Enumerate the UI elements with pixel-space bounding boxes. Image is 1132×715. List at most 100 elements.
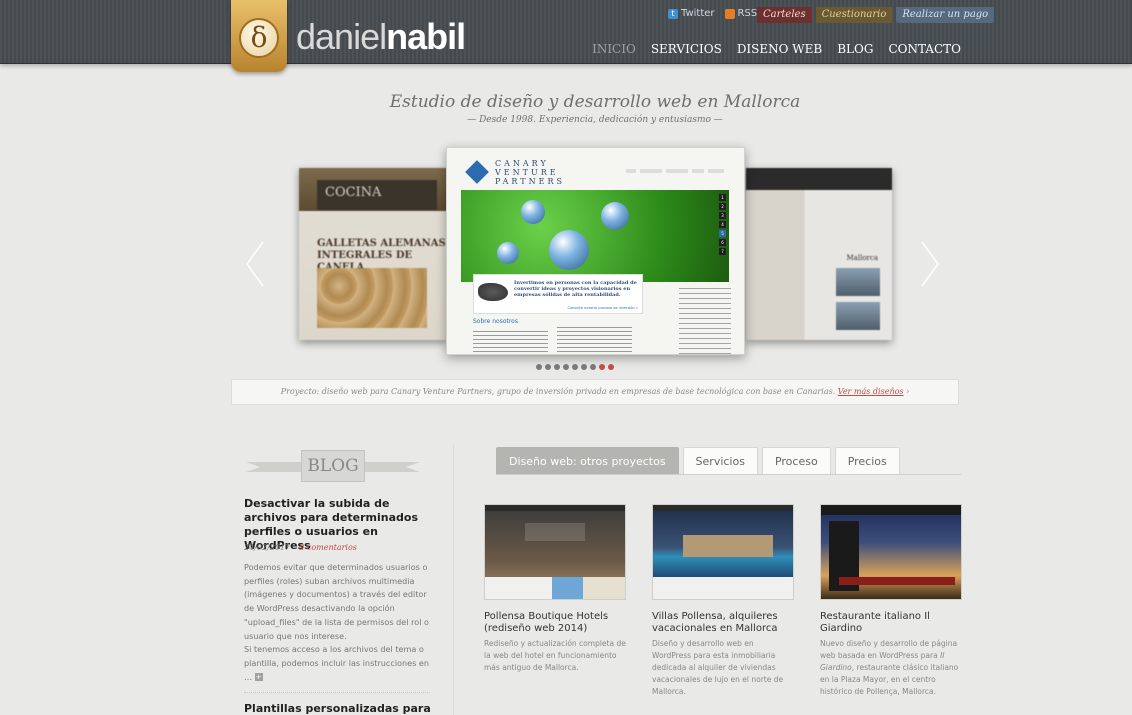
slide-about-heading: Sobre nosotros bbox=[473, 318, 518, 325]
slider-dot[interactable] bbox=[572, 364, 578, 370]
top-pill-buttons: Carteles Cuestionario Realizar un pago bbox=[757, 7, 995, 23]
rss-icon bbox=[724, 8, 735, 19]
ribbon-band-right bbox=[364, 462, 420, 472]
slide-right-label: Mallorca bbox=[846, 254, 878, 262]
slider-dot[interactable] bbox=[554, 364, 560, 370]
slide-right-thumb bbox=[836, 268, 880, 296]
cuestionario-button[interactable]: Cuestionario bbox=[815, 7, 893, 23]
logo-delta-icon: δ bbox=[239, 18, 279, 58]
slide-hero-pager: 1234567 bbox=[719, 194, 727, 257]
project-description: Nuevo diseño y desarrollo de página web … bbox=[820, 639, 959, 696]
caption-text: Proyecto: diseño web para Canary Venture… bbox=[280, 387, 836, 396]
hero-title: Estudio de diseño y desarrollo web en Ma… bbox=[389, 92, 801, 112]
project-title[interactable]: Restaurante italiano Il Giardino bbox=[820, 611, 962, 635]
twitter-icon: t bbox=[668, 8, 678, 19]
project-title[interactable]: Pollensa Boutique Hotels (rediseño web 2… bbox=[484, 611, 626, 635]
chevron-left-icon bbox=[246, 241, 264, 287]
project-thumbnail[interactable] bbox=[484, 504, 626, 600]
column-divider bbox=[453, 444, 454, 715]
nav-servicios[interactable]: SERVICIOS bbox=[651, 42, 722, 56]
slider-dot[interactable] bbox=[608, 364, 614, 370]
main-nav: INICIO SERVICIOS DISENO WEB BLOG CONTACT… bbox=[592, 42, 961, 56]
slide-mini-nav bbox=[626, 169, 724, 173]
twitter-link[interactable]: t Twitter bbox=[668, 8, 715, 19]
site-logo-text[interactable]: danielnabil bbox=[296, 16, 466, 58]
project-tabs: Diseño web: otros proyectos Servicios Pr… bbox=[496, 447, 900, 475]
project-description: Rediseño y actualización completa de la … bbox=[484, 639, 626, 672]
slider-pagination bbox=[536, 364, 614, 370]
read-more-icon[interactable]: + bbox=[254, 673, 263, 682]
logo-bold-part: nabil bbox=[386, 16, 466, 57]
chevron-right-icon bbox=[921, 241, 939, 287]
slide-next[interactable]: Mallorca bbox=[746, 168, 892, 340]
excerpt-paragraph: Si tenemos acceso a los archivos del tem… bbox=[244, 644, 430, 682]
realizar-pago-button[interactable]: Realizar un pago bbox=[896, 7, 995, 23]
slide-sidebar-lines bbox=[679, 284, 731, 354]
tab-diseno-web[interactable]: Diseño web: otros proyectos bbox=[496, 447, 679, 475]
tab-precios[interactable]: Precios bbox=[834, 447, 900, 475]
ribbon-band-left bbox=[246, 462, 302, 472]
slider-dot[interactable] bbox=[563, 364, 569, 370]
slide-more-link: Consulte nuestro proceso de inversión » bbox=[567, 306, 639, 310]
slider-prev-arrow[interactable] bbox=[245, 240, 265, 288]
water-drop bbox=[549, 230, 589, 270]
slide-right-topbar bbox=[746, 168, 892, 190]
blog-post-meta: 24/02/2017 – 2 comentarios bbox=[244, 543, 357, 552]
rss-link[interactable]: RSS bbox=[724, 8, 758, 19]
slide-tagline-box: Invertimos en personas con la capacidad … bbox=[473, 274, 643, 314]
project-thumbnail[interactable] bbox=[652, 504, 794, 600]
project-title[interactable]: Villas Pollensa, alquileres vacacionales… bbox=[652, 611, 794, 635]
carteles-button[interactable]: Carteles bbox=[757, 7, 812, 23]
slide-caption: Proyecto: diseño web para Canary Venture… bbox=[231, 379, 959, 405]
tab-servicios[interactable]: Servicios bbox=[682, 447, 758, 475]
stone-image bbox=[478, 283, 508, 301]
slide-left-heading: COCINA bbox=[317, 180, 437, 210]
slider-dot[interactable] bbox=[545, 364, 551, 370]
excerpt-paragraph: Podemos evitar que determinados usuarios… bbox=[244, 562, 429, 641]
site-header: δ danielnabil t Twitter RSS Carteles Cue… bbox=[0, 0, 1132, 72]
caption-suffix: › bbox=[903, 387, 910, 396]
nav-inicio[interactable]: INICIO bbox=[592, 42, 636, 56]
nav-blog[interactable]: BLOG bbox=[837, 42, 873, 56]
water-drop bbox=[521, 200, 545, 224]
nav-diseno-web[interactable]: DISENO WEB bbox=[737, 42, 822, 56]
twitter-label: Twitter bbox=[681, 8, 715, 19]
project-description: Diseño y desarrollo web en WordPress par… bbox=[652, 639, 784, 696]
slide-right-thumb bbox=[836, 302, 880, 330]
blog-ribbon: BLOG bbox=[246, 450, 420, 482]
slide-text-lines bbox=[473, 328, 548, 354]
post-date: 24/02/2017 – bbox=[244, 543, 300, 552]
slide-brand: CANARY VENTURE PARTNERS bbox=[495, 159, 565, 186]
logo-light-part: daniel bbox=[296, 16, 387, 57]
project-card[interactable]: Villas Pollensa, alquileres vacacionales… bbox=[652, 504, 794, 698]
nav-contacto[interactable]: CONTACTO bbox=[888, 42, 961, 56]
slide-hero-image: 1234567 bbox=[461, 190, 729, 282]
project-card[interactable]: Pollensa Boutique Hotels (rediseño web 2… bbox=[484, 504, 626, 674]
more-designs-link[interactable]: Ver más diseños bbox=[838, 387, 904, 396]
slider-next-arrow[interactable] bbox=[920, 240, 940, 288]
tabs-underline bbox=[496, 474, 961, 475]
slider-dot[interactable] bbox=[590, 364, 596, 370]
slide-current[interactable]: CANARY VENTURE PARTNERS 1234567 Invertim… bbox=[446, 147, 745, 355]
slider-dot[interactable] bbox=[536, 364, 542, 370]
slider-dot[interactable] bbox=[581, 364, 587, 370]
slide-text-lines bbox=[557, 324, 632, 354]
slide-tagline: Invertimos en personas con la capacidad … bbox=[514, 280, 637, 298]
post-comments-link[interactable]: 2 comentarios bbox=[299, 543, 357, 552]
slider-dot[interactable] bbox=[599, 364, 605, 370]
hero-subtitle: — Desde 1998. Experiencia, dedicación y … bbox=[467, 115, 723, 125]
social-links: t Twitter RSS bbox=[668, 8, 757, 19]
rss-label: RSS bbox=[737, 8, 758, 19]
blog-post-title[interactable]: Plantillas personalizadas para bbox=[244, 702, 434, 715]
project-thumbnail[interactable] bbox=[820, 504, 962, 600]
logo-badge[interactable]: δ bbox=[231, 0, 287, 72]
water-drop bbox=[601, 202, 629, 230]
canary-logo-icon bbox=[465, 160, 489, 184]
blog-post-excerpt: Podemos evitar que determinados usuarios… bbox=[244, 561, 430, 684]
slide-previous[interactable]: COCINA GALLETAS ALEMANAS INTEGRALES DE C… bbox=[299, 168, 447, 340]
post-divider bbox=[244, 692, 430, 693]
water-drop bbox=[497, 242, 519, 264]
project-card[interactable]: Restaurante italiano Il Giardino Nuevo d… bbox=[820, 504, 962, 698]
cookies-image bbox=[317, 268, 427, 328]
tab-proceso[interactable]: Proceso bbox=[761, 447, 831, 475]
